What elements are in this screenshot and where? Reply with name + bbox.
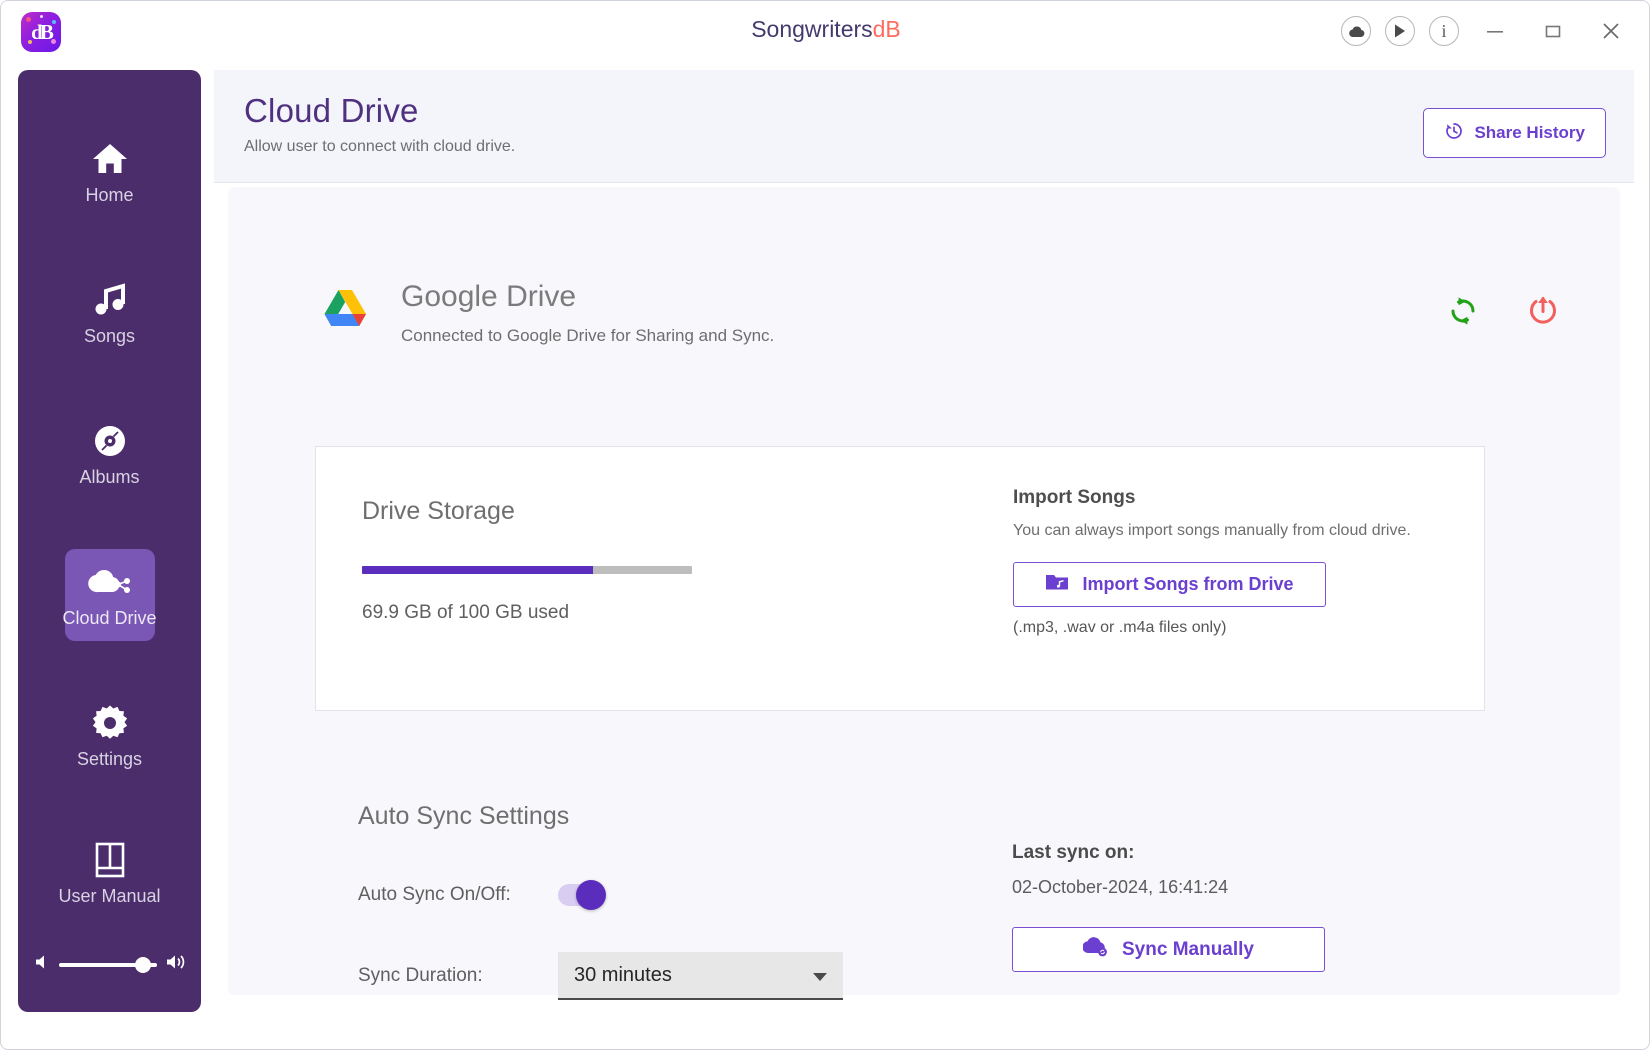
last-sync-value: 02-October-2024, 16:41:24 bbox=[1012, 877, 1229, 897]
cloud-share-icon bbox=[87, 563, 133, 601]
sidebar-item-label-cloud-drive: Cloud Drive bbox=[62, 608, 157, 628]
info-icon: i bbox=[1441, 21, 1447, 41]
gear-icon bbox=[91, 704, 129, 742]
sync-duration-select[interactable]: 30 minutes bbox=[558, 952, 843, 1000]
import-songs-block: Import Songs You can always import songs… bbox=[1013, 487, 1453, 637]
page-header: Cloud Drive Allow user to connect with c… bbox=[214, 70, 1634, 183]
music-note-icon bbox=[92, 281, 128, 319]
sidebar-item-label-songs: Songs bbox=[83, 326, 136, 346]
app-logo-glyph: dB bbox=[31, 19, 54, 44]
sidebar-item-label-settings: Settings bbox=[76, 749, 143, 769]
disc-icon bbox=[92, 422, 128, 460]
sidebar-item-label-home: Home bbox=[85, 185, 134, 205]
import-file-types-note: (.mp3, .wav or .m4a files only) bbox=[1013, 619, 1227, 636]
sync-manually-button[interactable]: Sync Manually bbox=[1012, 927, 1325, 972]
book-icon bbox=[93, 841, 127, 879]
application-window: dB SongwritersdB i Home Songs Albums Clo… bbox=[0, 0, 1650, 1050]
maximize-button[interactable] bbox=[1531, 11, 1575, 51]
sidebar-item-user-manual[interactable]: User Manual bbox=[58, 831, 161, 915]
last-sync-label: Last sync on: bbox=[1012, 842, 1135, 863]
sync-duration-value: 30 minutes bbox=[574, 963, 672, 986]
drive-header-row: Google Drive Connected to Google Drive f… bbox=[323, 280, 1560, 346]
storage-usage-label: 69.9 GB of 100 GB used bbox=[362, 602, 570, 623]
drive-actions bbox=[1446, 294, 1560, 328]
auto-sync-toggle[interactable] bbox=[558, 880, 606, 910]
storage-progress-track bbox=[362, 566, 692, 574]
play-button[interactable] bbox=[1385, 16, 1415, 46]
sync-duration-label: Sync Duration: bbox=[358, 965, 483, 986]
drive-storage-title: Drive Storage bbox=[362, 497, 515, 525]
cloud-drive-panel: Google Drive Connected to Google Drive f… bbox=[228, 187, 1620, 1000]
sidebar: Home Songs Albums Cloud Drive Settings U… bbox=[18, 70, 201, 1012]
maximize-icon bbox=[1545, 25, 1561, 38]
close-icon bbox=[1603, 23, 1619, 39]
auto-sync-toggle-knob bbox=[576, 880, 606, 910]
folder-music-icon bbox=[1045, 572, 1069, 597]
sidebar-item-home[interactable]: Home bbox=[66, 130, 154, 214]
refresh-sync-button[interactable] bbox=[1446, 294, 1480, 328]
import-songs-button-label: Import Songs from Drive bbox=[1082, 574, 1294, 594]
volume-control[interactable] bbox=[18, 953, 201, 976]
share-history-label: Share History bbox=[1474, 123, 1585, 142]
app-title-main: Songwriters bbox=[751, 16, 873, 42]
main-content: Cloud Drive Allow user to connect with c… bbox=[214, 70, 1634, 1012]
speaker-on-icon[interactable] bbox=[165, 953, 187, 976]
sidebar-item-cloud-drive[interactable]: Cloud Drive bbox=[62, 549, 157, 641]
sync-duration-row: Sync Duration: 30 minutes bbox=[358, 952, 843, 1000]
volume-slider-knob[interactable] bbox=[134, 956, 151, 973]
storage-progress-fill bbox=[362, 566, 593, 574]
sidebar-item-settings[interactable]: Settings bbox=[66, 694, 154, 778]
drive-text-block: Google Drive Connected to Google Drive f… bbox=[401, 280, 774, 346]
storage-card: Drive Storage 69.9 GB of 100 GB used Imp… bbox=[315, 446, 1485, 711]
sidebar-item-label-albums: Albums bbox=[79, 467, 140, 487]
chevron-down-icon bbox=[813, 973, 827, 981]
auto-sync-title: Auto Sync Settings bbox=[358, 802, 570, 830]
refresh-sync-icon bbox=[1451, 297, 1475, 325]
sidebar-item-albums[interactable]: Albums bbox=[66, 412, 154, 496]
close-button[interactable] bbox=[1589, 11, 1633, 51]
eject-disconnect-icon bbox=[1530, 296, 1556, 324]
import-songs-button[interactable]: Import Songs from Drive bbox=[1013, 562, 1326, 607]
import-songs-title: Import Songs bbox=[1013, 487, 1136, 508]
app-title-accent: dB bbox=[872, 16, 901, 42]
auto-sync-toggle-row: Auto Sync On/Off: bbox=[358, 880, 606, 910]
drive-description: Connected to Google Drive for Sharing an… bbox=[401, 326, 775, 345]
window-controls: i bbox=[1341, 11, 1633, 51]
info-button[interactable]: i bbox=[1429, 16, 1459, 46]
minimize-icon bbox=[1487, 31, 1503, 33]
drive-storage-block: Drive Storage 69.9 GB of 100 GB used bbox=[362, 497, 792, 624]
cloud-sync-icon bbox=[1082, 936, 1109, 963]
speaker-mute-icon[interactable] bbox=[33, 953, 51, 976]
history-clock-icon bbox=[1444, 121, 1464, 146]
volume-slider-track[interactable] bbox=[58, 956, 157, 973]
google-drive-icon bbox=[323, 288, 367, 328]
cloud-status-button[interactable] bbox=[1341, 16, 1371, 46]
auto-sync-toggle-label: Auto Sync On/Off: bbox=[358, 884, 511, 905]
home-icon bbox=[91, 140, 129, 178]
cloud-icon bbox=[1348, 26, 1364, 37]
title-bar: dB SongwritersdB i bbox=[1, 1, 1649, 61]
play-icon bbox=[1395, 24, 1405, 38]
minimize-button[interactable] bbox=[1473, 11, 1517, 51]
sidebar-item-label-user-manual: User Manual bbox=[58, 886, 161, 906]
import-songs-description: You can always import songs manually fro… bbox=[1013, 522, 1411, 539]
sync-manually-label: Sync Manually bbox=[1122, 938, 1254, 960]
sidebar-item-songs[interactable]: Songs bbox=[66, 271, 154, 355]
drive-name: Google Drive bbox=[401, 280, 577, 313]
disconnect-drive-button[interactable] bbox=[1526, 294, 1560, 328]
share-history-button[interactable]: Share History bbox=[1423, 108, 1606, 158]
